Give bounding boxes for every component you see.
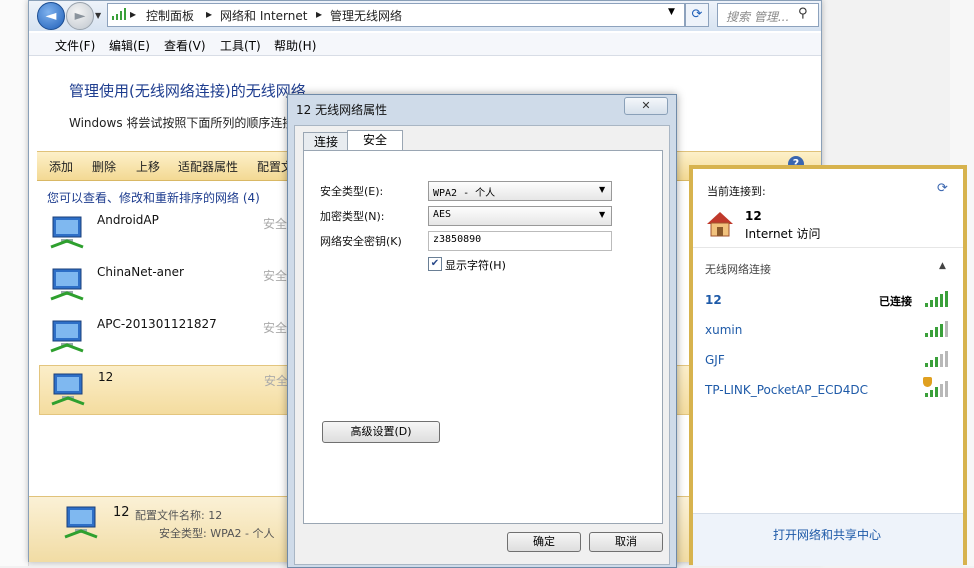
refresh-icon[interactable]: ⟳	[937, 181, 948, 196]
current-network-access: Internet 访问	[745, 227, 821, 241]
add-button[interactable]: 添加	[49, 158, 73, 175]
back-button[interactable]: ◄	[37, 2, 65, 30]
path-box[interactable]: ▸ 控制面板 ▸ 网络和 Internet ▸ 管理无线网络 ▼	[107, 3, 685, 27]
search-placeholder: 搜索 管理...	[726, 10, 790, 24]
menu-help[interactable]: 帮助(H)	[274, 37, 316, 54]
current-connection-label: 当前连接到:	[707, 185, 766, 198]
history-dropdown-icon[interactable]: ▼	[95, 11, 101, 20]
search-input[interactable]: 搜索 管理... ⚲	[717, 3, 819, 27]
security-type-value: WPA2 - 个人	[433, 188, 496, 199]
forward-arrow-icon: ►	[74, 8, 86, 24]
network-name: 12	[98, 370, 114, 384]
move-up-button[interactable]: 上移	[136, 158, 160, 175]
divider	[693, 247, 963, 248]
show-characters-checkbox[interactable]: ✔	[428, 257, 442, 271]
wireless-computer-icon	[50, 216, 84, 249]
close-button[interactable]: ✕	[624, 97, 668, 115]
chevron-down-icon: ▼	[599, 210, 606, 219]
dialog-body: 连接 安全 安全类型(E): WPA2 - 个人 ▼ 加密类型(N): AES …	[294, 125, 670, 565]
current-network-name: 12	[745, 209, 762, 223]
background-window-edge	[0, 0, 29, 566]
address-bar: ◄ ► ▼ ▸ 控制面板 ▸ 网络和 Internet ▸ 管理无线网络 ▼ ⟳…	[29, 1, 821, 31]
network-security: 安全	[263, 321, 288, 335]
security-type-label: 安全类型(E):	[320, 185, 384, 198]
network-security: 安全	[263, 217, 288, 231]
refresh-icon: ⟳	[691, 7, 703, 22]
signal-strength-icon	[925, 349, 949, 367]
refresh-button[interactable]: ⟳	[685, 3, 709, 27]
wireless-computer-icon	[51, 373, 85, 406]
breadcrumb-network-internet[interactable]: 网络和 Internet	[220, 7, 307, 24]
unsecured-shield-icon	[923, 377, 932, 387]
collapse-icon[interactable]: ▲	[939, 261, 946, 271]
menu-tools[interactable]: 工具(T)	[220, 37, 261, 54]
adapter-properties-button[interactable]: 适配器属性	[178, 158, 238, 175]
remove-button[interactable]: 删除	[92, 158, 116, 175]
page-description: Windows 将尝试按照下面所列的顺序连接	[69, 116, 295, 130]
wireless-computer-icon	[50, 268, 84, 301]
detail-security-type: 安全类型: WPA2 - 个人	[159, 527, 275, 540]
wireless-properties-dialog: 12 无线网络属性 ✕ 连接 安全 安全类型(E): WPA2 - 个人 ▼ 加…	[287, 94, 677, 568]
wifi-network-name[interactable]: GJF	[705, 353, 725, 367]
encryption-type-label: 加密类型(N):	[320, 210, 385, 223]
open-network-center-link[interactable]: 打开网络和共享中心	[773, 526, 881, 543]
network-key-value: z3850890	[433, 234, 482, 245]
show-characters-label: 显示字符(H)	[445, 259, 506, 272]
signal-strength-icon	[923, 377, 949, 397]
back-arrow-icon: ◄	[45, 8, 57, 24]
dialog-title: 12 无线网络属性	[296, 103, 388, 117]
menu-file[interactable]: 文件(F)	[55, 37, 95, 54]
wireless-flyout: 当前连接到: ⟳ 12 Internet 访问 无线网络连接 ▲ 12 已连接 …	[689, 165, 967, 566]
wifi-connected-status: 已连接	[879, 295, 912, 308]
wifi-network-name[interactable]: 12	[705, 293, 722, 307]
menu-edit[interactable]: 编辑(E)	[109, 37, 150, 54]
tab-security[interactable]: 安全	[347, 130, 403, 152]
advanced-settings-button[interactable]: 高级设置(D)	[322, 421, 440, 443]
network-key-label: 网络安全密钥(K)	[320, 235, 402, 248]
network-security: 安全	[263, 269, 288, 283]
flyout-footer: 打开网络和共享中心	[693, 513, 963, 566]
wireless-computer-icon	[50, 320, 84, 353]
wifi-network-name[interactable]: TP-LINK_PocketAP_ECD4DC	[705, 383, 868, 397]
network-key-input[interactable]: z3850890	[428, 231, 612, 251]
close-icon: ✕	[641, 99, 651, 112]
signal-strength-icon	[925, 289, 949, 307]
network-name: ChinaNet-aner	[97, 265, 184, 279]
network-name: AndroidAP	[97, 213, 159, 227]
breadcrumb-control-panel[interactable]: 控制面板	[146, 7, 194, 24]
network-security: 安全	[264, 374, 289, 388]
signal-strength-icon	[925, 319, 949, 337]
encryption-type-value: AES	[433, 209, 452, 220]
tab-connection[interactable]: 连接	[303, 132, 349, 151]
detail-profile-name: 配置文件名称: 12	[135, 509, 223, 522]
wireless-computer-icon	[64, 506, 98, 539]
wifi-network-name[interactable]: xumin	[705, 323, 742, 337]
security-tab-panel: 安全类型(E): WPA2 - 个人 ▼ 加密类型(N): AES ▼ 网络安全…	[303, 150, 663, 524]
menu-bar: 文件(F) 编辑(E) 查看(V) 工具(T) 帮助(H)	[29, 33, 821, 56]
encryption-type-select[interactable]: AES ▼	[428, 206, 612, 226]
chevron-down-icon: ▼	[599, 185, 606, 194]
home-network-icon	[707, 212, 733, 237]
ok-button[interactable]: 确定	[507, 532, 581, 552]
network-bars-icon	[112, 8, 126, 20]
page-title: 管理使用(无线网络连接)的无线网络	[69, 82, 306, 100]
forward-button[interactable]: ►	[66, 2, 94, 30]
security-type-select[interactable]: WPA2 - 个人 ▼	[428, 181, 612, 201]
wireless-section-header: 无线网络连接	[705, 263, 771, 276]
path-dropdown-icon[interactable]: ▼	[668, 7, 675, 17]
menu-view[interactable]: 查看(V)	[164, 37, 206, 54]
detail-network-name: 12	[113, 505, 130, 520]
search-icon[interactable]: ⚲	[798, 6, 808, 21]
breadcrumb-manage-wireless[interactable]: 管理无线网络	[330, 7, 402, 24]
network-count-label: 您可以查看、修改和重新排序的网络 (4)	[47, 191, 260, 205]
cancel-button[interactable]: 取消	[589, 532, 663, 552]
network-name: APC-201301121827	[97, 317, 217, 331]
